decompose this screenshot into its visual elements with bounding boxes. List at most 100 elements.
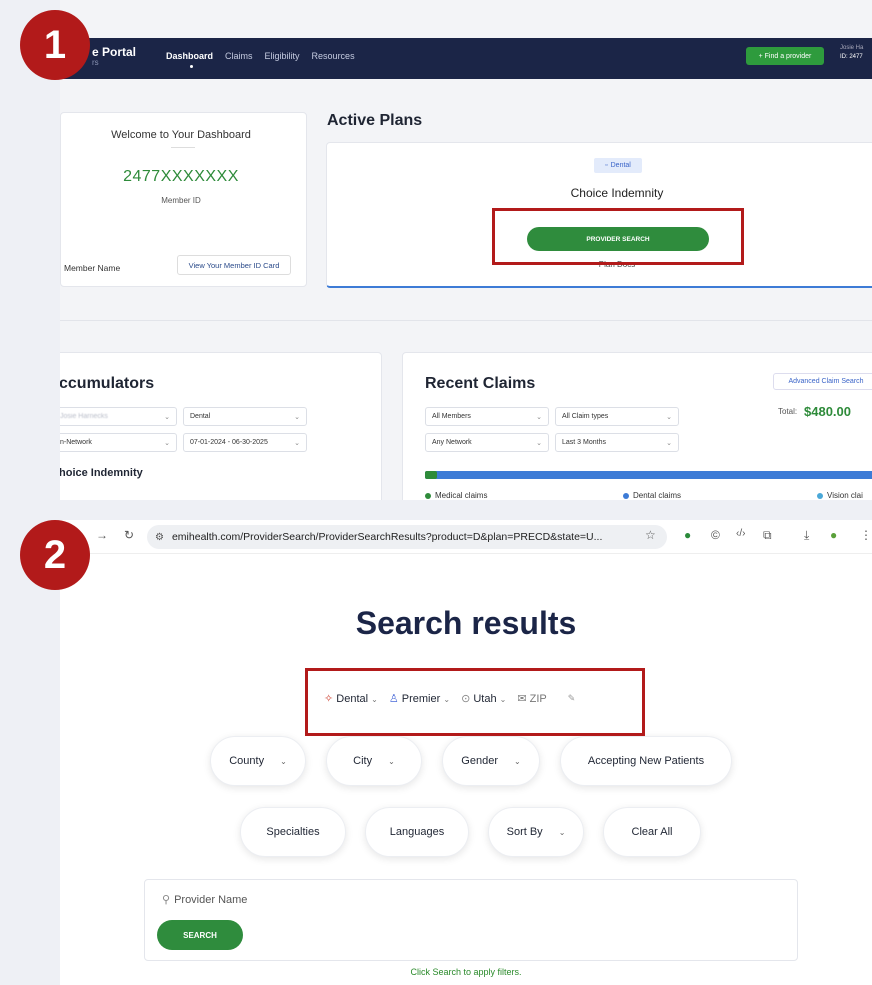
legend-dental-label: Dental claims — [633, 491, 682, 500]
welcome-card: Welcome to Your Dashboard 2477XXXXXXX Me… — [60, 112, 307, 287]
period-select-value: 07-01-2024 - 06-30-2025 — [190, 439, 268, 446]
step-marker-1: 1 — [20, 10, 90, 80]
legend-dot — [623, 492, 629, 499]
languages-filter-label: Languages — [389, 826, 445, 838]
type-select[interactable]: Dental ⌄ — [183, 407, 307, 426]
find-provider-button[interactable]: + Find a provider — [746, 47, 824, 65]
accepting-new-patients-label: Accepting New Patients — [587, 755, 705, 767]
member-id-label: Member ID — [161, 196, 201, 205]
bookmark-star-icon[interactable]: ☆ — [645, 528, 656, 542]
address-bar[interactable]: ⚙ emihealth.com/ProviderSearch/ProviderS… — [147, 525, 667, 549]
chevron-down-icon: ⌄ — [536, 413, 542, 421]
devtools-icon[interactable]: ‹/› — [736, 528, 745, 539]
provider-name-input[interactable]: ⚲ Provider Name — [162, 893, 247, 906]
highlight-search-criteria — [305, 668, 645, 736]
search-button[interactable]: SEARCH — [157, 920, 243, 950]
gender-filter[interactable]: Gender ⌄ — [442, 736, 540, 786]
claims-bar-medical-segment — [425, 471, 437, 479]
clear-all-button[interactable]: Clear All — [603, 807, 701, 857]
user-name[interactable]: Josie Ha — [840, 45, 863, 51]
highlight-provider-search — [492, 208, 744, 265]
total-label: Total: — [778, 407, 798, 416]
forward-arrow-icon[interactable]: → — [96, 528, 108, 542]
recent-claims-card: Recent Claims Advanced Claim Search Tota… — [402, 352, 872, 500]
chevron-down-icon: ⌄ — [558, 827, 566, 837]
claims-distribution-bar — [425, 471, 872, 479]
member-name-label: Member Name — [64, 263, 121, 273]
divider — [171, 147, 195, 148]
active-plans-title: Active Plans — [327, 112, 423, 129]
claims-type-select[interactable]: All Claim types ⌄ — [555, 407, 679, 426]
legend-dot — [425, 492, 431, 499]
provider-name-placeholder: Provider Name — [174, 894, 248, 906]
claims-member-select[interactable]: All Members ⌄ — [425, 407, 549, 426]
browser-toolbar: → ↻ ⚙ emihealth.com/ProviderSearch/Provi… — [60, 520, 872, 554]
county-filter[interactable]: County ⌄ — [210, 736, 306, 786]
legend-vision-label: Vision clai — [827, 491, 863, 500]
claims-period-select[interactable]: Last 3 Months ⌄ — [555, 433, 679, 452]
portal-brand[interactable]: e Portal — [92, 45, 136, 59]
legend-medical: Medical claims — [425, 491, 487, 500]
city-filter[interactable]: City ⌄ — [326, 736, 422, 786]
page-title: Search results — [355, 605, 577, 641]
period-select[interactable]: 07-01-2024 - 06-30-2025 ⌄ — [183, 433, 307, 452]
welcome-title: Welcome to Your Dashboard — [111, 129, 251, 141]
step-marker-2: 2 — [20, 520, 90, 590]
extension-c-icon[interactable]: © — [711, 528, 720, 542]
nav-dashboard[interactable]: Dashboard — [166, 51, 213, 68]
site-settings-icon[interactable]: ⚙ — [155, 532, 164, 543]
tooth-icon: ▫ — [605, 162, 608, 169]
chevron-down-icon: ⌄ — [280, 756, 287, 766]
nav-eligibility[interactable]: Eligibility — [265, 51, 300, 61]
legend-dental: Dental claims — [623, 491, 681, 500]
claims-network-select[interactable]: Any Network ⌄ — [425, 433, 549, 452]
search-hint: Click Search to apply filters. — [410, 967, 522, 977]
sort-by-filter[interactable]: Sort By ⌄ — [488, 807, 584, 857]
search-icon: ⚲ — [162, 894, 171, 906]
grammarly-icon[interactable]: ● — [684, 528, 691, 542]
accepting-new-patients-filter[interactable]: Accepting New Patients — [560, 736, 732, 786]
search-results-screenshot: → ↻ ⚙ emihealth.com/ProviderSearch/Provi… — [60, 520, 872, 985]
chevron-down-icon: ⌄ — [294, 439, 300, 447]
profile-icon[interactable]: ● — [830, 528, 837, 542]
claims-network-value: Any Network — [432, 439, 472, 446]
recent-claims-title: Recent Claims — [425, 375, 536, 392]
chevron-down-icon: ⌄ — [294, 413, 300, 421]
member-id-value: 2477XXXXXXX — [123, 168, 239, 185]
more-menu-icon[interactable]: ⋮ — [860, 528, 872, 542]
accumulators-title: ccumulators — [60, 375, 155, 392]
network-select[interactable]: n-Network ⌄ — [60, 433, 177, 452]
chevron-down-icon: ⌄ — [388, 756, 395, 766]
top-navbar: e Portal rs Dashboard Claims Eligibility… — [60, 38, 872, 79]
specialties-filter-label: Specialties — [266, 826, 320, 838]
advanced-claim-search-button[interactable]: Advanced Claim Search — [773, 373, 872, 390]
url-text: emihealth.com/ProviderSearch/ProviderSea… — [171, 531, 603, 543]
user-id: ID: 2477 — [840, 54, 863, 60]
accumulator-plan-name: hoice Indemnity — [60, 467, 143, 479]
languages-filter[interactable]: Languages — [365, 807, 469, 857]
nav-claims[interactable]: Claims — [225, 51, 253, 61]
legend-vision: Vision clai — [817, 491, 863, 500]
portal-brand-sub: rs — [92, 58, 99, 67]
chevron-down-icon: ⌄ — [164, 413, 170, 421]
chevron-down-icon: ⌄ — [666, 413, 672, 421]
nav-resources[interactable]: Resources — [312, 51, 355, 61]
county-filter-label: County — [229, 755, 265, 767]
claims-type-value: All Claim types — [562, 413, 609, 420]
plan-type-badge: ▫ Dental — [594, 158, 642, 173]
claims-period-value: Last 3 Months — [562, 439, 606, 446]
specialties-filter[interactable]: Specialties — [240, 807, 346, 857]
view-member-id-card-button[interactable]: View Your Member ID Card — [177, 255, 291, 275]
chevron-down-icon: ⌄ — [666, 439, 672, 447]
download-icon[interactable]: ⤓ — [804, 528, 809, 543]
provider-search-box: ⚲ Provider Name SEARCH — [144, 879, 798, 961]
section-divider — [60, 320, 872, 321]
extensions-puzzle-icon[interactable]: ⧉ — [763, 528, 772, 543]
chevron-down-icon: ⌄ — [536, 439, 542, 447]
reload-icon[interactable]: ↻ — [124, 528, 134, 542]
accumulators-card: ccumulators Josie Harnecks ⌄ Dental ⌄ n-Ne… — [60, 352, 382, 500]
member-select[interactable]: Josie Harnecks ⌄ — [60, 407, 177, 426]
chevron-down-icon: ⌄ — [164, 439, 170, 447]
network-select-value: n-Network — [60, 439, 92, 446]
clear-all-label: Clear All — [631, 826, 673, 838]
